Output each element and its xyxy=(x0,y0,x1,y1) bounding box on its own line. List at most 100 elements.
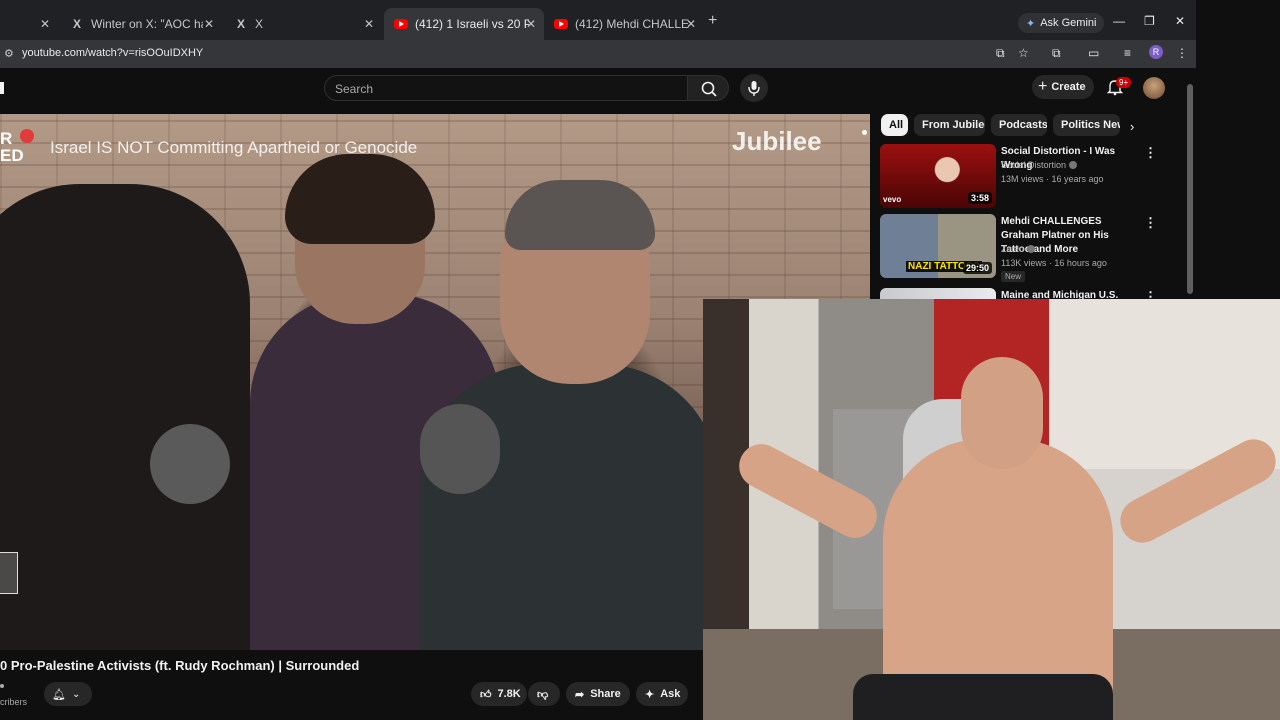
video-thumbnail[interactable]: NAZI TATTOO? 29:50 xyxy=(880,214,996,278)
notification-count-badge: 9+ xyxy=(1116,77,1132,88)
video-duration: 3:58 xyxy=(967,192,992,204)
new-tab-button[interactable]: + xyxy=(708,12,717,30)
webcam-person-head xyxy=(961,357,1043,469)
create-button[interactable]: + Create xyxy=(1032,75,1094,99)
recommendation-item[interactable]: NAZI TATTOO? 29:50 Mehdi CHALLENGES Grah… xyxy=(880,214,1180,282)
channel-name-text: Social Distortion xyxy=(1001,160,1067,170)
tab-youtube-mehdi[interactable]: (412) Mehdi CHALLENGES Grah ✕ xyxy=(544,8,704,40)
voice-search-button[interactable] xyxy=(740,74,768,102)
tab-close-icon[interactable]: ✕ xyxy=(364,16,374,32)
youtube-icon xyxy=(554,17,568,31)
surrounded-logo-dot xyxy=(20,129,34,143)
microphone-left xyxy=(150,424,230,504)
dislike-button[interactable]: 👎︎ xyxy=(528,682,560,706)
bell-icon: 🔔︎ xyxy=(52,688,66,701)
vevo-logo: vevo xyxy=(883,195,902,204)
verified-check-icon xyxy=(1027,245,1036,253)
speaker-hair xyxy=(505,180,655,250)
thumbs-down-icon: 👎︎ xyxy=(537,688,549,701)
tab-title: Winter on X: "AOC has endorse xyxy=(91,17,203,31)
tab-youtube-israeli[interactable]: (412) 1 Israeli vs 20 Pro-Palestin ✕ xyxy=(384,8,544,40)
subscription-bell-button[interactable]: 🔔︎ ⌄ xyxy=(44,682,92,706)
ask-gemini-button[interactable]: ✦ Ask Gemini xyxy=(1018,13,1105,33)
site-info-icon[interactable]: ⚙ xyxy=(4,47,14,60)
ask-label: Ask xyxy=(660,688,681,700)
bookmark-star-icon[interactable]: ☆ xyxy=(1018,46,1029,60)
restore-window-icon[interactable]: ❐ xyxy=(1144,14,1155,28)
search-button[interactable] xyxy=(687,75,729,101)
webcam-overlay xyxy=(703,299,1280,720)
more-options-icon[interactable]: ⋮ xyxy=(1144,145,1157,161)
address-bar-row: ⚙ youtube.com/watch?v=risOOuIDXHY ⧉ ☆ ⧉ … xyxy=(0,40,1196,68)
jubilee-watermark: Jubilee xyxy=(732,126,822,156)
create-label: Create xyxy=(1051,81,1086,93)
chip-podcasts[interactable]: Podcasts xyxy=(991,114,1047,136)
video-duration: 29:50 xyxy=(962,262,992,274)
chrome-menu-icon[interactable]: ⋮ xyxy=(1176,46,1188,60)
split-view-icon[interactable]: ▭ xyxy=(1088,46,1099,60)
tab-close-icon[interactable]: ✕ xyxy=(686,16,696,32)
youtube-icon xyxy=(394,17,408,31)
video-meta: 13M views · 16 years ago xyxy=(1001,174,1104,184)
close-window-icon[interactable]: ✕ xyxy=(1175,14,1185,28)
webcam-person-shorts xyxy=(853,674,1113,720)
share-arrow-icon: ➦ xyxy=(575,688,585,701)
share-label: Share xyxy=(590,688,621,700)
microphone-icon xyxy=(748,81,760,96)
page-scrollbar-thumb[interactable] xyxy=(1187,84,1193,294)
thumbs-up-icon: 👍︎ xyxy=(480,688,492,701)
minimize-window-icon[interactable]: — xyxy=(1113,14,1125,28)
x-logo-icon: X xyxy=(236,17,245,31)
search-icon xyxy=(701,81,717,97)
tab-winter-x[interactable]: X Winter on X: "AOC has endorse ✕ xyxy=(60,8,222,40)
channel-name-text: Zeteo xyxy=(1001,244,1025,254)
channel-name[interactable]: Social Distortion xyxy=(1001,160,1078,170)
player-side-panel-toggle[interactable] xyxy=(0,552,18,594)
tab-close-icon[interactable]: ✕ xyxy=(204,16,214,32)
tab-title: X xyxy=(255,17,264,31)
more-options-icon[interactable]: ⋮ xyxy=(1144,215,1157,231)
channel-avatar-fragment[interactable] xyxy=(0,684,4,688)
new-badge: New xyxy=(1001,271,1026,282)
ask-button[interactable]: ✦ Ask xyxy=(636,682,688,706)
sparkle-icon: ✦ xyxy=(645,688,655,701)
chip-from-jubilee[interactable]: From Jubilee xyxy=(914,114,985,136)
tab-close-icon[interactable]: ✕ xyxy=(40,16,50,32)
chevron-right-icon[interactable]: › xyxy=(1130,119,1134,134)
like-button[interactable]: 👍︎ 7.8K xyxy=(471,682,527,706)
account-avatar[interactable] xyxy=(1143,77,1165,99)
profile-avatar[interactable]: R xyxy=(1149,45,1163,59)
reading-list-icon[interactable]: ≡ xyxy=(1124,46,1131,60)
surrounded-logo-bottom: ED xyxy=(0,146,24,165)
video-title: 0 Pro-Palestine Activists (ft. Rudy Roch… xyxy=(0,658,360,673)
video-thumbnail[interactable]: vevo 3:58 xyxy=(880,144,996,208)
video-meta: 113K views · 16 hours ago xyxy=(1001,258,1107,268)
chip-all[interactable]: All xyxy=(881,114,908,136)
install-app-icon[interactable]: ⧉ xyxy=(996,46,1005,61)
youtube-logo[interactable] xyxy=(0,82,4,94)
x-logo-icon: X xyxy=(72,17,81,31)
tab-title: (412) Mehdi CHALLENGES Grah xyxy=(575,17,689,31)
gemini-sparkle-icon: ✦ xyxy=(1026,17,1036,30)
jubilee-watermark-dot xyxy=(862,130,867,135)
url-field[interactable]: youtube.com/watch?v=risOOuIDXHY xyxy=(22,47,203,59)
share-button[interactable]: ➦ Share xyxy=(566,682,630,706)
extensions-icon[interactable]: ⧉ xyxy=(1052,46,1061,61)
chip-politics-news[interactable]: Politics News xyxy=(1053,114,1120,136)
tab-close-icon[interactable]: ✕ xyxy=(526,16,536,32)
foreground-person xyxy=(0,184,250,650)
screen: ✕ X Winter on X: "AOC has endorse ✕ X X … xyxy=(0,0,1280,720)
search-input[interactable]: Search xyxy=(324,75,688,101)
ask-gemini-label: Ask Gemini xyxy=(1040,17,1097,29)
browser-tab-bar: ✕ X Winter on X: "AOC has endorse ✕ X X … xyxy=(0,0,1196,40)
tab-partial[interactable]: ✕ xyxy=(0,8,58,40)
channel-name[interactable]: Zeteo xyxy=(1001,244,1036,254)
tab-x[interactable]: X X ✕ xyxy=(224,8,382,40)
like-count: 7.8K xyxy=(497,688,521,700)
plus-icon: + xyxy=(1038,78,1048,95)
subscriber-count: cribers xyxy=(0,697,28,707)
microphone-right xyxy=(420,404,500,494)
chevron-down-icon: ⌄ xyxy=(71,688,81,700)
tab-title: (412) 1 Israeli vs 20 Pro-Palestin xyxy=(415,17,529,31)
recommendation-item[interactable]: vevo 3:58 Social Distortion - I Was Wron… xyxy=(880,144,1180,208)
